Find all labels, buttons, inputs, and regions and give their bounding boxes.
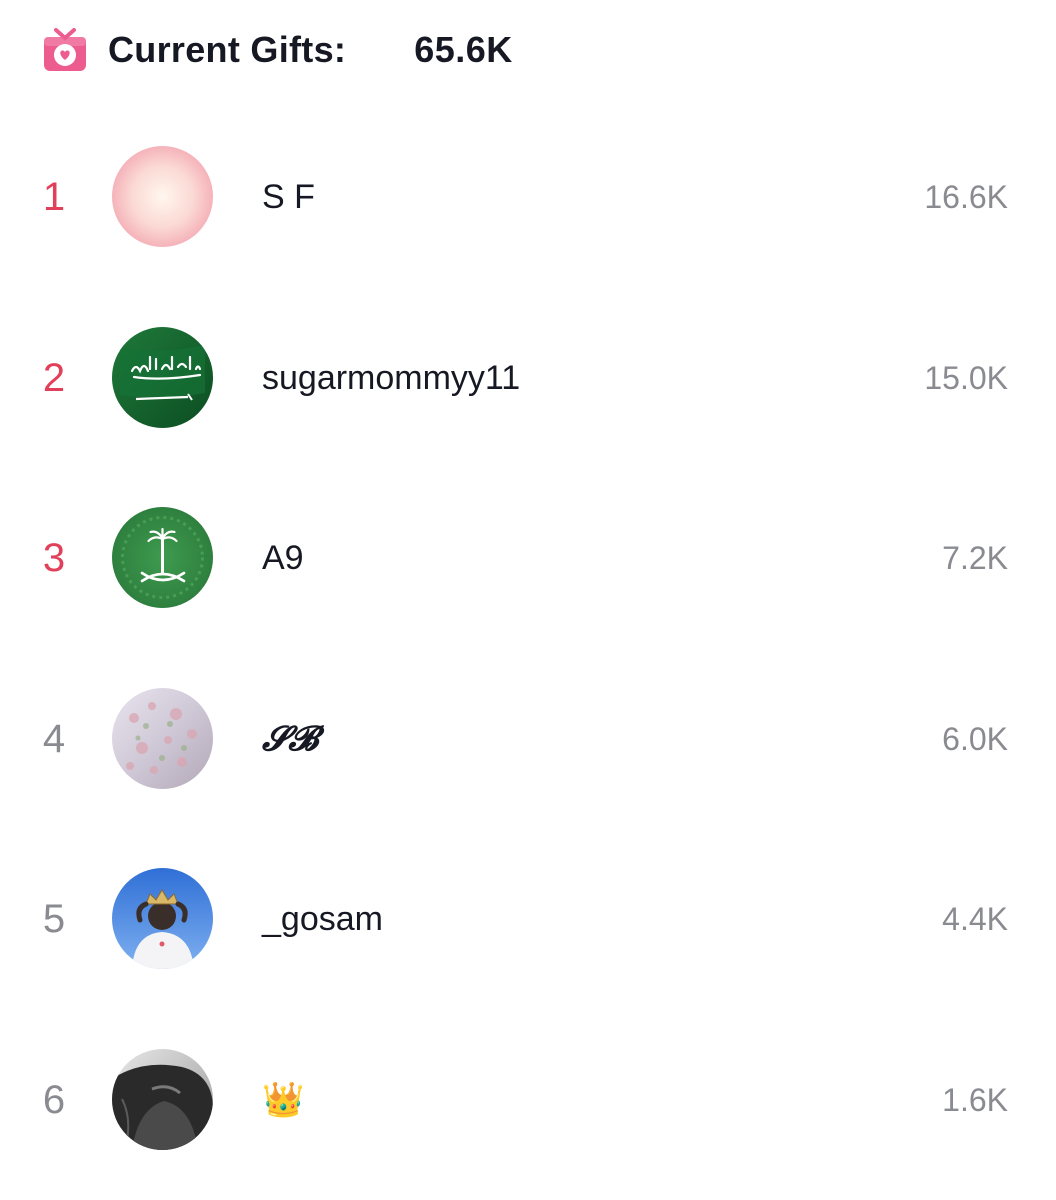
gift-amount: 16.6K — [924, 179, 1008, 215]
avatar[interactable] — [112, 1048, 213, 1150]
palm-swords-emblem-avatar — [112, 507, 213, 609]
floral-pattern-avatar — [112, 687, 213, 789]
leaderboard-row[interactable]: 3 A9 7.2K — [0, 467, 1056, 648]
pink-gradient-avatar — [112, 146, 213, 247]
crowned-figure-avatar — [112, 868, 213, 970]
grayscale-portrait-avatar — [112, 1048, 213, 1150]
leaderboard-row[interactable]: 1 S F 16.6K — [0, 106, 1056, 287]
leaderboard-row[interactable]: 6 👑 1.6K — [0, 1009, 1056, 1190]
avatar[interactable] — [112, 507, 213, 609]
avatar[interactable] — [112, 687, 213, 789]
rank-number: 1 — [42, 175, 66, 219]
username: S F — [262, 178, 315, 216]
saudi-flag-avatar — [112, 326, 213, 428]
current-gifts-label: Current Gifts: — [108, 29, 347, 70]
avatar[interactable] — [112, 326, 213, 428]
leaderboard-row[interactable]: 4 𝓢𝓑 6.0K — [0, 648, 1056, 829]
username: A9 — [262, 539, 304, 578]
gift-icon — [42, 27, 88, 73]
rank-number: 2 — [42, 355, 66, 400]
gift-amount: 6.0K — [942, 720, 1008, 757]
leaderboard-row[interactable]: 2 sugarmommyy11 15.0K — [0, 287, 1056, 468]
gifts-header: Current Gifts: 65.6K — [42, 26, 513, 74]
rank-number: 5 — [42, 897, 66, 942]
avatar[interactable] — [112, 868, 213, 970]
leaderboard-row[interactable]: 5 _gosam 4.4K — [0, 828, 1056, 1009]
username: 👑 — [262, 1080, 305, 1119]
username: 𝓢𝓑 — [262, 718, 319, 759]
rank-number: 4 — [42, 716, 66, 761]
avatar[interactable] — [112, 146, 213, 247]
gift-amount: 15.0K — [924, 359, 1008, 396]
username: _gosam — [262, 900, 383, 939]
gift-amount: 7.2K — [942, 540, 1008, 577]
gift-amount: 1.6K — [942, 1081, 1008, 1118]
gift-leaderboard: 1 S F 16.6K 2 sugarmommyy11 15.0K 3 A9 7… — [0, 106, 1056, 1190]
username: sugarmommyy11 — [262, 358, 521, 397]
current-gifts-total: 65.6K — [414, 29, 513, 70]
rank-number: 3 — [42, 536, 66, 581]
rank-number: 6 — [42, 1077, 66, 1122]
gift-amount: 4.4K — [942, 901, 1008, 938]
